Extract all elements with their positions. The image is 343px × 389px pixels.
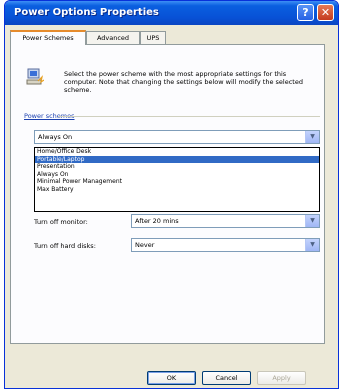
power-scheme-dropdown-list[interactable]: Home/Office Desk Portable/Laptop Present… [34,147,320,212]
close-button[interactable]: ✕ [317,4,334,21]
title-bar[interactable]: Power Options Properties ? ✕ [5,1,338,25]
help-button[interactable]: ? [297,4,314,21]
apply-button[interactable]: Apply [257,371,306,385]
turn-off-monitor-label: Turn off monitor: [34,218,88,226]
power-scheme-icon [26,68,44,85]
group-divider [58,116,320,117]
tab-ups[interactable]: UPS [140,31,166,44]
chevron-down-icon[interactable]: ▼ [305,131,319,143]
dropdown-option-home-office-desk[interactable]: Home/Office Desk [35,148,319,156]
power-scheme-select[interactable]: Always On ▼ [34,130,320,144]
window-title: Power Options Properties [14,7,159,18]
turn-off-hard-disks-value: Never [135,241,155,249]
dropdown-option-minimal-power-management[interactable]: Minimal Power Management [35,178,319,186]
ok-button[interactable]: OK [147,371,196,385]
cancel-button[interactable]: Cancel [202,371,251,385]
turn-off-hard-disks-select[interactable]: Never ▼ [131,238,320,252]
dropdown-option-always-on[interactable]: Always On [35,171,319,179]
chevron-down-icon[interactable]: ▼ [305,239,319,251]
tab-advanced[interactable]: Advanced [86,31,140,44]
chevron-down-icon[interactable]: ▼ [305,215,319,227]
turn-off-monitor-select[interactable]: After 20 mins ▼ [131,214,320,228]
turn-off-monitor-value: After 20 mins [135,217,179,225]
tab-power-schemes[interactable]: Power Schemes [10,30,86,45]
power-scheme-selected-value: Always On [38,133,73,141]
description-text: Select the power scheme with the most ap… [64,70,303,94]
dropdown-option-presentation[interactable]: Presentation [35,163,319,171]
dropdown-option-portable-laptop[interactable]: Portable/Laptop [35,155,319,164]
turn-off-hard-disks-label: Turn off hard disks: [34,242,96,250]
dropdown-option-max-battery[interactable]: Max Battery [35,186,319,194]
